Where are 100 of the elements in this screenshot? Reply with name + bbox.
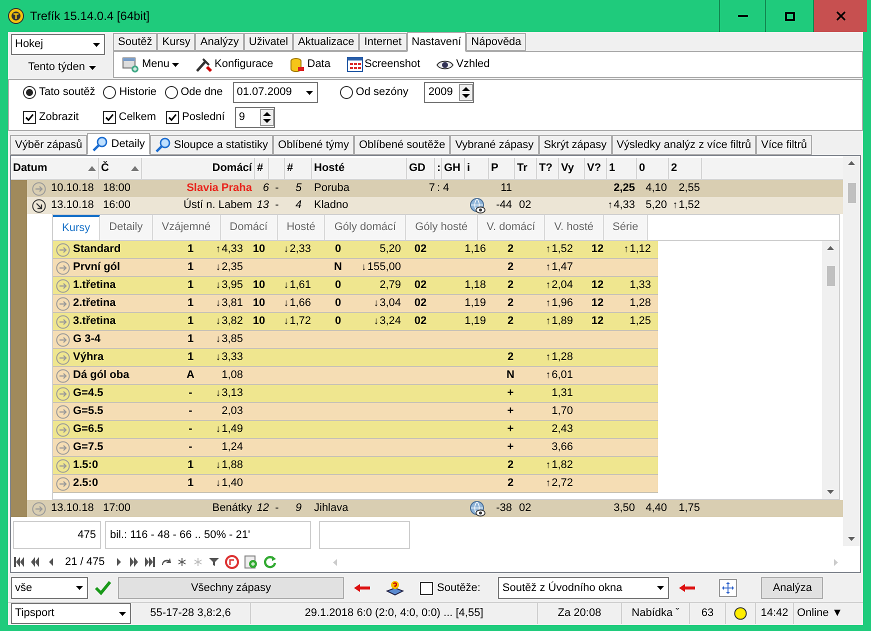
odds-row[interactable]: G=5.5 - 2,03 + 1,70 (53, 403, 658, 421)
arrow-circle-icon[interactable] (56, 422, 70, 436)
detail-tab[interactable]: Góly domácí (325, 215, 406, 240)
view-tab[interactable]: Skrýt zápasy (538, 135, 612, 155)
radio-button[interactable] (103, 86, 116, 99)
column-header[interactable]: P (489, 158, 515, 179)
view-tab[interactable]: Více filtrů (756, 135, 812, 155)
arrow-circle-icon[interactable] (56, 260, 70, 274)
view-tab[interactable]: Oblíbené týmy (273, 135, 354, 155)
column-header[interactable]: Č (99, 158, 142, 179)
view-tab[interactable]: Oblíbené soutěže (354, 135, 450, 155)
odds-row[interactable]: 1.5:0 1 ↓1,88 2 ↑1,82 (53, 457, 658, 475)
arrow-circle-icon[interactable] (56, 332, 70, 346)
column-header[interactable]: # (255, 158, 269, 179)
odds-row[interactable]: Výhra 1 ↓3,33 2 ↑1,28 (53, 349, 658, 367)
odds-row[interactable]: 3.třetina 1 ↓3,82 10 ↓1,72 0 ↓3,24 02 1,19 2 ↑1,89 12 1,25 (53, 313, 658, 331)
arrow-circle-icon[interactable] (56, 242, 70, 256)
view-tab[interactable]: Sloupce a statistiky (150, 135, 274, 155)
detail-tab[interactable]: Detaily (100, 215, 153, 240)
checkbox[interactable] (166, 111, 180, 124)
detail-tab[interactable]: Kursy (53, 215, 100, 240)
checkbox[interactable] (102, 111, 116, 124)
odds-row[interactable]: 1.třetina 1 ↓3,95 10 ↓1,61 0 2,79 02 1,18 2 ↑2,04 12 1,33 (53, 277, 658, 295)
date-select[interactable]: 01.07.2009 (232, 82, 318, 103)
next-page-icon[interactable] (128, 557, 140, 567)
arrow-circle-icon[interactable] (56, 296, 70, 310)
arrow-circle-icon[interactable] (56, 458, 70, 472)
checkbox[interactable] (23, 111, 36, 124)
detail-tab[interactable]: V. domácí (478, 215, 546, 240)
column-header[interactable]: Hosté (312, 158, 407, 179)
column-header[interactable]: 2 (669, 158, 702, 179)
menu-tab[interactable]: Nápověda (466, 33, 526, 51)
count-spinner[interactable]: 9 (234, 107, 275, 128)
detail-tab[interactable]: Vzájemné (152, 215, 221, 240)
move-icon[interactable] (719, 579, 738, 597)
menu-tab[interactable]: Nastavení (406, 32, 466, 52)
arrow-circle-icon[interactable] (56, 278, 70, 292)
odds-row[interactable]: G=6.5 - ↓1,49 + 2,43 (53, 421, 658, 439)
odds-row[interactable]: Dá gól oba A 1,08 N ↑6,01 (53, 367, 658, 385)
close-button[interactable] (813, 0, 867, 32)
toolbar-button[interactable]: Screenshot (346, 56, 420, 73)
menu-tab[interactable]: Internet (359, 33, 407, 51)
menu-tab[interactable]: Soutěž (113, 33, 158, 51)
column-header[interactable]: i (465, 158, 489, 179)
view-tab[interactable]: Vybrané zápasy (450, 135, 539, 155)
toolbar-button[interactable]: Data (289, 56, 330, 73)
season-spinner[interactable]: 2009 (424, 82, 474, 103)
bookmaker-select[interactable]: Tipsport (11, 603, 131, 624)
checkbox[interactable] (420, 582, 433, 594)
column-header[interactable]: Vy (559, 158, 585, 179)
offer-menu[interactable]: Nabídka ˇ (622, 603, 690, 624)
match-row[interactable]: 10.10.18 18:00 Slavia Praha 6 - 5 Poruba 7 : 4 11 2,25 4,10 2,55 (11, 180, 843, 197)
odds-row[interactable]: Standard 1 ↑4,33 10 ↓2,33 0 5,20 02 1,16 2 ↑1,52 12 ↑1,12 (53, 241, 658, 259)
menu-tab[interactable]: Kursy (157, 33, 196, 51)
stop-icon[interactable] (224, 555, 239, 569)
detail-tab[interactable]: Góly hosté (406, 215, 478, 240)
menu-tab[interactable]: Uživatel (244, 33, 294, 51)
column-header[interactable]: 1 (607, 158, 637, 179)
detail-tab[interactable]: V. hosté (545, 215, 604, 240)
column-header[interactable]: Datum (11, 158, 99, 179)
period-button[interactable]: Tento týden (11, 57, 113, 78)
odds-row[interactable]: G 3-4 1 ↓3,85 (53, 331, 658, 349)
last-page-icon[interactable] (144, 557, 156, 567)
asterisk-icon[interactable] (176, 557, 188, 567)
odds-row[interactable]: G=7.5 - 1,24 + 3,66 (53, 439, 658, 457)
scroll-thumb[interactable] (826, 266, 834, 286)
arrow-circle-icon[interactable] (56, 368, 70, 382)
previous-page-icon[interactable] (30, 557, 41, 567)
connection-menu[interactable]: Online ▼ (794, 603, 863, 624)
checkmark-icon[interactable] (94, 580, 112, 596)
odds-row[interactable]: První gól 1 ↓2,35 N ↓155,00 2 ↑1,47 (53, 259, 658, 277)
view-tab[interactable]: Výsledky analýz z více filtrů (612, 135, 756, 155)
column-header[interactable]: # (285, 158, 312, 179)
column-header[interactable]: V? (585, 158, 607, 179)
radio-button[interactable] (164, 86, 178, 99)
menu-tab[interactable]: Aktualizace (293, 33, 360, 51)
text-field[interactable] (319, 521, 410, 549)
filter-select[interactable]: vše (11, 577, 88, 599)
toolbar-button[interactable]: Vzhled (436, 56, 490, 73)
arrow-circle-icon[interactable] (56, 314, 70, 328)
refresh-icon[interactable] (262, 555, 277, 569)
radio-button[interactable] (23, 86, 36, 99)
arrow-circle-icon[interactable] (56, 386, 70, 400)
toolbar-button[interactable]: Menu (122, 56, 179, 73)
odds-row[interactable]: 2.třetina 1 ↓3,81 10 ↓1,66 0 ↓3,04 02 1,19 2 ↑1,96 12 1,28 (53, 295, 658, 313)
vertical-scrollbar[interactable] (843, 156, 860, 546)
radio-button[interactable] (340, 86, 353, 99)
filter-icon[interactable] (208, 557, 220, 567)
arrow-circle-icon[interactable] (56, 476, 70, 490)
arrow-circle-icon[interactable] (56, 440, 70, 454)
scroll-thumb[interactable] (848, 183, 856, 203)
column-header[interactable]: Domácí (142, 158, 255, 179)
sport-select[interactable]: Hokej (11, 34, 105, 55)
column-header[interactable]: Tr (515, 158, 537, 179)
detail-tab[interactable]: Domácí (220, 215, 278, 240)
competition-select[interactable]: Soutěž z Úvodního okna (498, 577, 670, 599)
detail-tab[interactable]: Série (604, 215, 648, 240)
analyze-button[interactable]: Analýza (761, 577, 824, 599)
help-book-icon[interactable] (386, 580, 404, 596)
redo-icon[interactable] (160, 557, 172, 567)
